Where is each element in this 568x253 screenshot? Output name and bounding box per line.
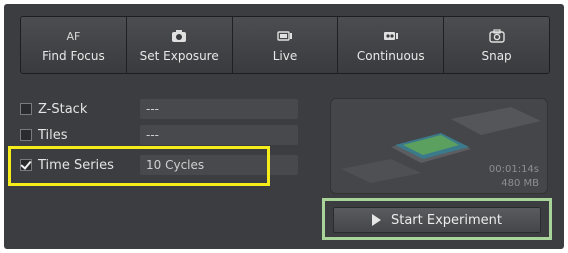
experiment-preview: 00:01:14s 480 MB xyxy=(330,98,548,194)
find-focus-button[interactable]: AF Find Focus xyxy=(21,17,127,73)
tiles-checkbox[interactable] xyxy=(20,129,32,141)
snap-button[interactable]: Snap xyxy=(444,17,549,73)
tiles-row: Tiles --- xyxy=(20,124,310,146)
af-icon: AF xyxy=(66,29,81,43)
start-experiment-button[interactable]: Start Experiment xyxy=(333,207,541,233)
live-label: Live xyxy=(272,49,298,63)
continuous-label: Continuous xyxy=(356,49,425,63)
live-button[interactable]: Live xyxy=(232,17,339,73)
z-stack-checkbox[interactable] xyxy=(20,103,32,115)
find-focus-label: Find Focus xyxy=(42,49,105,63)
snap-camera-icon xyxy=(488,27,505,45)
preview-duration: 00:01:14s xyxy=(488,164,539,175)
camera-icon xyxy=(171,27,187,45)
preview-size: 480 MB xyxy=(501,178,539,189)
continuous-camera-icon xyxy=(383,27,399,45)
start-experiment-highlight: Start Experiment xyxy=(322,198,552,240)
acquisition-toolbar: AF Find Focus Set Exposure Live Continuo… xyxy=(20,16,550,74)
z-stack-value[interactable]: --- xyxy=(140,99,298,119)
tiles-value[interactable]: --- xyxy=(140,125,298,145)
live-camera-icon xyxy=(277,27,293,45)
z-stack-row: Z-Stack --- xyxy=(20,98,310,120)
start-experiment-label: Start Experiment xyxy=(390,212,502,228)
tiles-label: Tiles xyxy=(38,127,68,143)
play-icon xyxy=(371,214,381,226)
set-exposure-button[interactable]: Set Exposure xyxy=(126,17,233,73)
snap-label: Snap xyxy=(481,49,512,63)
time-series-highlight xyxy=(8,146,270,186)
continuous-button[interactable]: Continuous xyxy=(338,17,445,73)
z-stack-label: Z-Stack xyxy=(38,101,88,117)
set-exposure-label: Set Exposure xyxy=(139,49,219,63)
